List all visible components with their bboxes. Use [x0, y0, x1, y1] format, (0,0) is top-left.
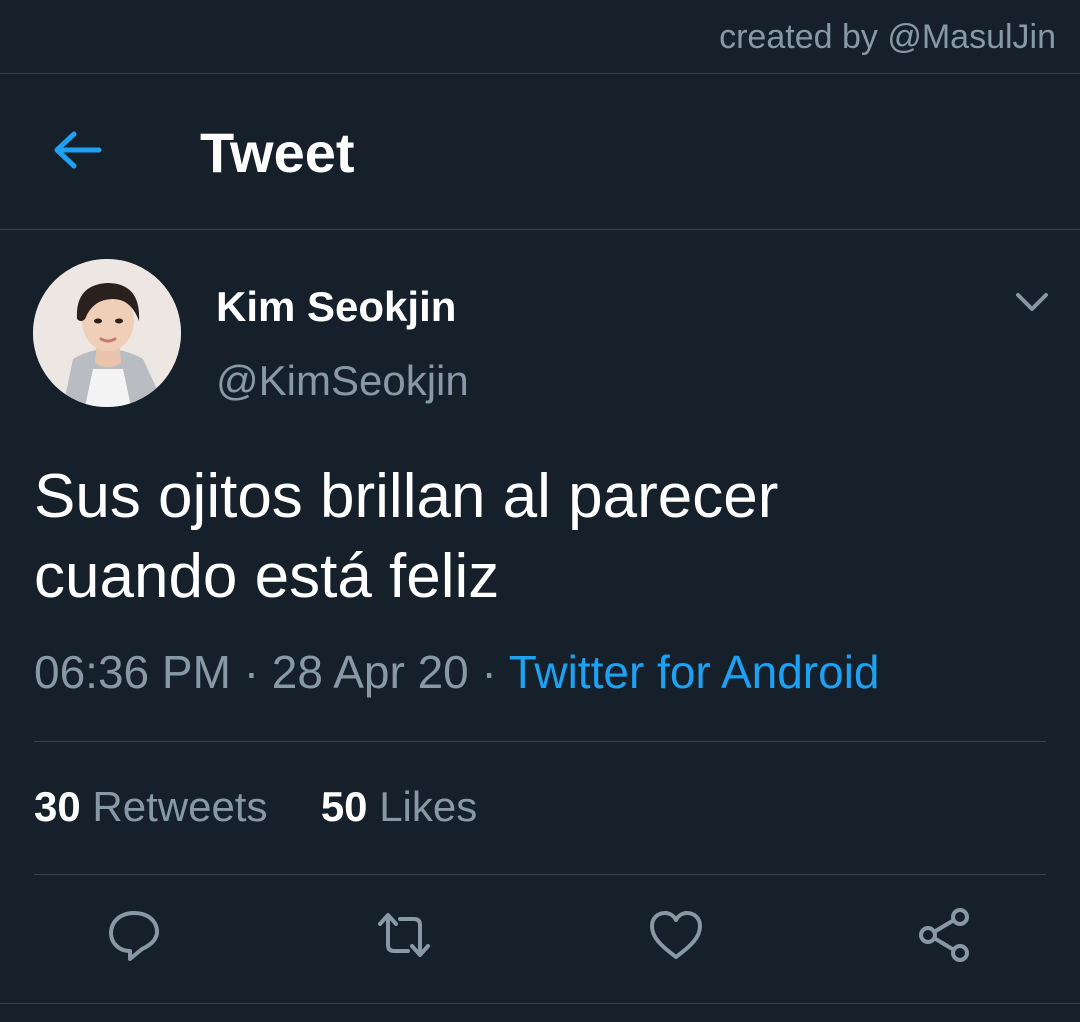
tweet-source-link[interactable]: Twitter for Android [509, 646, 880, 698]
avatar[interactable] [33, 259, 181, 407]
likes-count: 50 [320, 783, 368, 830]
watermark-bar: created by @MasulJin [0, 0, 1080, 74]
heart-icon[interactable] [646, 905, 706, 965]
share-icon[interactable] [914, 905, 974, 965]
tweet-text-line: Sus ojitos brillan al parecer [34, 462, 779, 531]
meta-separator: · [481, 646, 497, 698]
chevron-down-icon[interactable] [1012, 285, 1052, 317]
header-bar: Tweet [0, 74, 1080, 230]
retweets-count: 30 [34, 783, 81, 830]
tweet-card: Kim Seokjin @KimSeokjin Sus ojitos brill… [0, 231, 1080, 1022]
likes-stat[interactable]: 50 Likes [321, 783, 477, 830]
tweet-meta: 06:36 PM · 28 Apr 20 · Twitter for Andro… [34, 645, 880, 699]
retweets-label: Retweets [92, 783, 268, 830]
tweet-stats: 30 Retweets 50 Likes [34, 783, 477, 831]
action-bar [0, 901, 1080, 981]
likes-label: Likes [379, 783, 478, 830]
tweet-text-line: cuando está feliz [34, 542, 500, 611]
reply-icon[interactable] [104, 905, 164, 965]
page-title: Tweet [200, 121, 355, 184]
divider [0, 1003, 1080, 1004]
divider [34, 874, 1046, 875]
user-handle[interactable]: @KimSeokjin [216, 357, 469, 405]
tweet-time[interactable]: 06:36 PM [34, 646, 231, 698]
watermark-text: created by @MasulJin [719, 18, 1056, 56]
tweet-text: Sus ojitos brillan al parecer cuando est… [34, 457, 1044, 617]
retweets-stat[interactable]: 30 Retweets [34, 783, 279, 830]
retweet-icon[interactable] [374, 905, 434, 965]
arrow-left-icon[interactable] [50, 126, 106, 174]
divider [34, 741, 1046, 742]
display-name[interactable]: Kim Seokjin [216, 283, 456, 331]
tweet-date[interactable]: 28 Apr 20 [272, 646, 469, 698]
meta-separator: · [243, 646, 260, 698]
